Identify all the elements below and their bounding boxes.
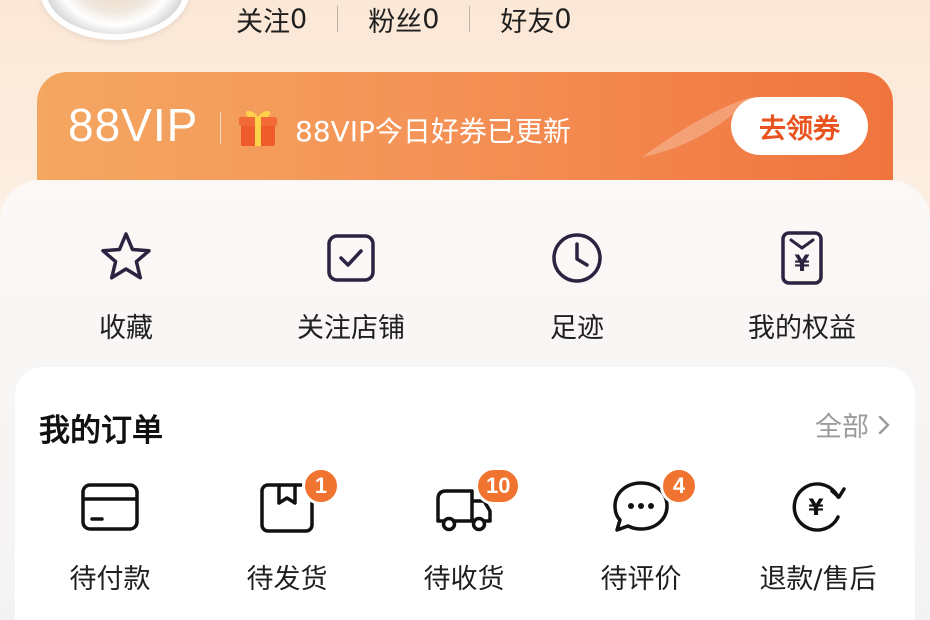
quick-link-label: 关注店铺 — [297, 313, 405, 344]
svg-text:¥: ¥ — [808, 496, 824, 521]
chevron-right-icon — [878, 415, 890, 434]
order-pending-review[interactable]: 待评价 4 — [566, 467, 716, 596]
view-all-label: 全部 — [815, 412, 869, 443]
svg-text:¥: ¥ — [794, 252, 810, 277]
claim-coupon-button[interactable]: 去领券 — [731, 97, 868, 155]
friends-count: 0 — [554, 3, 572, 35]
order-pending-payment[interactable]: 待付款 — [35, 477, 185, 596]
vip-logo: 88VIP — [68, 99, 199, 151]
quick-link-label: 收藏 — [99, 313, 153, 344]
friends-stat[interactable]: 好友 0 — [500, 0, 571, 39]
following-label: 关注 — [236, 6, 290, 38]
quick-link-favorites[interactable]: 收藏 — [46, 228, 206, 345]
fans-label: 粉丝 — [368, 6, 423, 38]
divider — [220, 112, 221, 144]
card-icon — [81, 483, 139, 531]
order-label: 待收货 — [423, 564, 505, 595]
fans-stat[interactable]: 粉丝 0 — [368, 0, 439, 39]
order-label: 待评价 — [600, 564, 682, 595]
orders-title: 我的订单 — [39, 413, 163, 449]
order-pending-receipt[interactable]: 待收货 10 — [389, 467, 539, 596]
avatar[interactable] — [40, 0, 190, 40]
fans-count: 0 — [422, 3, 440, 35]
star-icon — [101, 232, 151, 280]
quick-link-label: 我的权益 — [748, 313, 856, 344]
gift-icon — [239, 110, 277, 146]
order-label: 待发货 — [246, 564, 328, 595]
vip-message: 88VIP今日好券已更新 — [295, 115, 571, 148]
following-count: 0 — [290, 3, 308, 35]
order-label: 待付款 — [69, 564, 151, 595]
order-pending-shipment[interactable]: 待发货 1 — [212, 467, 362, 596]
orders-card: 我的订单 全部 待付款 待发货 1 待收货 10 待评价 4 ¥ 退款/售后 — [15, 367, 915, 620]
quick-link-label: 足迹 — [550, 313, 604, 344]
clock-icon — [552, 233, 602, 283]
count-badge: 4 — [660, 467, 698, 505]
quick-link-benefits[interactable]: ¥ 我的权益 — [722, 228, 882, 345]
social-stats: 关注 0 粉丝 0 好友 0 — [236, 0, 572, 38]
yen-coupon-icon: ¥ — [781, 231, 823, 285]
vip-banner[interactable]: 88VIP 88VIP今日好券已更新 去领券 — [37, 72, 893, 192]
friends-label: 好友 — [500, 6, 555, 38]
yen-refund-icon: ¥ — [792, 482, 846, 532]
quick-link-followed-stores[interactable]: 关注店铺 — [271, 228, 431, 345]
order-refund-aftersale[interactable]: ¥ 退款/售后 — [743, 477, 893, 596]
count-badge: 1 — [302, 467, 340, 505]
quick-link-history[interactable]: 足迹 — [497, 228, 657, 345]
store-check-icon — [327, 234, 375, 282]
divider — [469, 6, 471, 32]
order-label: 退款/售后 — [759, 564, 877, 595]
following-stat[interactable]: 关注 0 — [236, 0, 307, 39]
count-badge: 10 — [475, 467, 522, 505]
divider — [337, 6, 339, 32]
view-all-orders-link[interactable]: 全部 — [815, 405, 891, 444]
